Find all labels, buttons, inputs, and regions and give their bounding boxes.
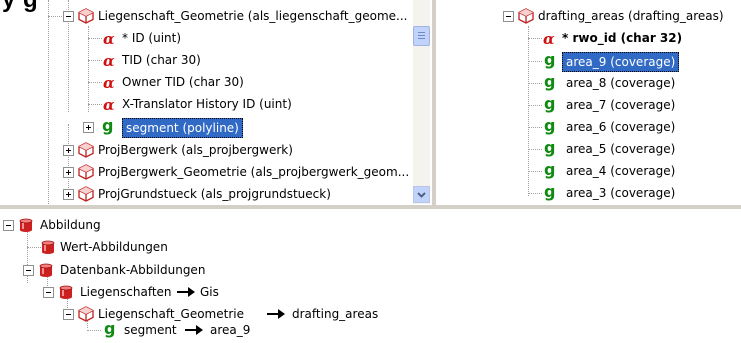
collapse-toggle-icon[interactable] xyxy=(3,220,14,231)
green-g-geometry-icon: g xyxy=(544,160,556,179)
red-cylinder-icon xyxy=(18,217,34,233)
collapse-toggle-icon[interactable] xyxy=(503,11,514,22)
arrow-right-icon xyxy=(176,284,196,300)
tree-item-label: area_5 (coverage) xyxy=(566,142,676,156)
tree-item-rwo-id[interactable]: α * rwo_id (char 32) xyxy=(500,27,741,49)
expand-toggle-icon[interactable] xyxy=(63,167,74,178)
tree-item-label: ProjBergwerk (als_projbergwerk) xyxy=(98,143,293,157)
vertical-splitter[interactable] xyxy=(432,0,436,206)
tree-item-segment-mapping[interactable]: g segment area_9 xyxy=(0,319,500,343)
tree-item-area-5[interactable]: g area_5 (coverage) xyxy=(500,138,741,160)
tree-item-label: area_9 (coverage) xyxy=(562,52,680,72)
alpha-attribute-icon: α xyxy=(103,74,115,92)
tree-item-segment[interactable]: g segment (polyline) xyxy=(40,116,420,138)
tree-item-area-8[interactable]: g area_8 (coverage) xyxy=(500,72,741,94)
tree-item-label: area_6 (coverage) xyxy=(566,120,676,134)
collapse-toggle-icon[interactable] xyxy=(43,287,54,298)
tree-item-label: ProjGrundstueck (als_projgrundstueck) xyxy=(98,187,331,201)
green-g-geometry-icon: g xyxy=(544,182,556,201)
tree-item-label: segment (polyline) xyxy=(122,118,243,138)
red-cylinder-icon xyxy=(58,284,74,300)
tree-item-label: Owner TID (char 30) xyxy=(122,75,244,89)
green-g-geometry-icon: g xyxy=(102,116,114,135)
source-model-tree[interactable]: Liegenschaft_Geometrie (als_liegenschaft… xyxy=(40,0,430,204)
chevron-down-icon xyxy=(417,192,426,198)
tree-item-label: area_7 (coverage) xyxy=(566,98,676,112)
tree-item-label: drafting_areas (drafting_areas) xyxy=(538,9,724,23)
tree-item-liegenschaften-mapping[interactable]: Liegenschaften Gis xyxy=(0,281,500,303)
red-cylinder-icon xyxy=(38,262,54,278)
red-cube-icon xyxy=(518,8,534,24)
arrow-right-icon xyxy=(266,306,286,322)
green-g-geometry-icon: g xyxy=(544,116,556,135)
tree-item-label: Datenbank-Abbildungen xyxy=(60,263,206,277)
red-cube-icon xyxy=(78,186,94,202)
red-cylinder-icon xyxy=(40,239,56,255)
tree-item-liegenschaft-geometrie[interactable]: Liegenschaft_Geometrie (als_liegenschaft… xyxy=(40,5,420,27)
tree-item-wert-abbildungen[interactable]: Wert-Abbildungen xyxy=(0,236,500,258)
red-cube-icon xyxy=(78,8,94,24)
expand-toggle-icon[interactable] xyxy=(83,122,94,133)
tree-item-label: TID (char 30) xyxy=(122,53,201,67)
target-model-tree[interactable]: drafting_areas (drafting_areas) α * rwo_… xyxy=(500,0,741,204)
alpha-attribute-icon: α xyxy=(103,96,115,114)
tree-item-area-7[interactable]: g area_7 (coverage) xyxy=(500,94,741,116)
tree-item-tid[interactable]: α TID (char 30) xyxy=(40,49,420,71)
scroll-down-button[interactable] xyxy=(413,186,430,203)
tree-item-area-4[interactable]: g area_4 (coverage) xyxy=(500,160,741,182)
collapse-toggle-icon[interactable] xyxy=(63,11,74,22)
tree-item-label: area_8 (coverage) xyxy=(566,76,676,90)
tree-item-label: Abbildung xyxy=(40,218,101,232)
collapse-toggle-icon[interactable] xyxy=(23,265,34,276)
green-g-geometry-icon: g xyxy=(544,72,556,91)
page-heading: y g xyxy=(2,0,38,14)
alpha-attribute-icon: α xyxy=(543,30,555,48)
tree-item-label: X-Translator History ID (uint) xyxy=(122,97,292,111)
tree-item-area-3[interactable]: g area_3 (coverage) xyxy=(500,182,741,204)
tree-item-abbildung[interactable]: Abbildung xyxy=(0,214,500,236)
mapping-source: Liegenschaften xyxy=(80,285,172,299)
mapping-tree[interactable]: Abbildung Wert-Abbildungen Datenbank-Abb… xyxy=(0,210,741,343)
expand-toggle-icon[interactable] xyxy=(63,189,74,200)
alpha-attribute-icon: α xyxy=(103,52,115,70)
mapping-target: drafting_areas xyxy=(292,307,379,321)
green-g-geometry-icon: g xyxy=(544,94,556,113)
red-cube-icon xyxy=(78,142,94,158)
mapping-target: Gis xyxy=(200,285,219,299)
tree-item-owner-tid[interactable]: α Owner TID (char 30) xyxy=(40,71,420,93)
tree-item-label: Liegenschaft_Geometrie (als_liegenschaft… xyxy=(98,9,408,23)
tree-item-label: Wert-Abbildungen xyxy=(60,240,168,254)
red-cube-icon xyxy=(78,306,94,322)
tree-item-label: area_4 (coverage) xyxy=(566,164,676,178)
mapping-target: area_9 xyxy=(210,323,251,337)
tree-item-area-6[interactable]: g area_6 (coverage) xyxy=(500,116,741,138)
tree-item-label: ProjBergwerk_Geometrie (als_projbergwerk… xyxy=(98,165,410,179)
tree-item-label: area_3 (coverage) xyxy=(566,186,676,200)
tree-item-projbergwerk[interactable]: ProjBergwerk (als_projbergwerk) xyxy=(40,139,420,161)
green-g-geometry-icon: g xyxy=(544,50,556,69)
alpha-attribute-icon: α xyxy=(103,30,115,48)
tree-item-label: * ID (uint) xyxy=(122,31,182,45)
tree-item-label: * rwo_id (char 32) xyxy=(562,31,683,45)
horizontal-splitter[interactable] xyxy=(0,205,741,209)
tree-item-x-translator-history-id[interactable]: α X-Translator History ID (uint) xyxy=(40,93,420,115)
collapse-toggle-icon[interactable] xyxy=(63,309,74,320)
red-cube-icon xyxy=(78,164,94,180)
tree-item-projbergwerk-geometrie[interactable]: ProjBergwerk_Geometrie (als_projbergwerk… xyxy=(40,161,420,183)
arrow-right-icon xyxy=(184,322,204,338)
tree-item-datenbank-abbildungen[interactable]: Datenbank-Abbildungen xyxy=(0,259,500,281)
scrollbar-thumb[interactable] xyxy=(413,26,430,46)
tree-item-id[interactable]: α * ID (uint) xyxy=(40,27,420,49)
tree-item-drafting-areas[interactable]: drafting_areas (drafting_areas) xyxy=(500,5,741,27)
mapping-source: segment xyxy=(124,323,177,337)
green-g-geometry-icon: g xyxy=(104,319,116,338)
expand-toggle-icon[interactable] xyxy=(63,145,74,156)
tree-item-projgrundstueck[interactable]: ProjGrundstueck (als_projgrundstueck) xyxy=(40,183,420,204)
tree-item-area-9[interactable]: g area_9 (coverage) xyxy=(500,50,741,72)
left-tree-scrollbar[interactable] xyxy=(413,0,430,204)
green-g-geometry-icon: g xyxy=(544,138,556,157)
